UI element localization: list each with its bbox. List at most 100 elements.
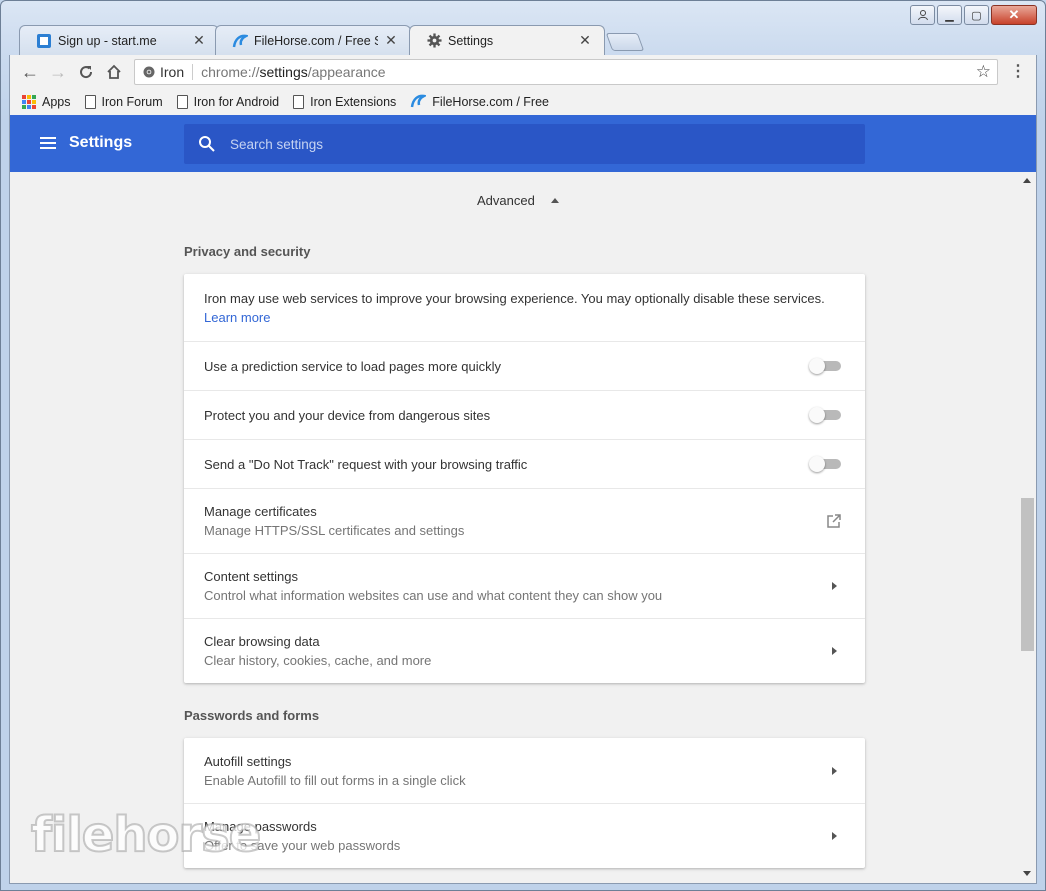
page-icon: [293, 95, 305, 109]
bookmark-label: Iron Extensions: [310, 95, 397, 109]
tab-title: Sign up - start.me: [58, 33, 157, 48]
safe-browsing-toggle[interactable]: [809, 407, 843, 423]
row-title: Autofill settings: [204, 753, 292, 769]
chevron-right-icon: [832, 582, 837, 590]
forward-button[interactable]: →: [44, 58, 72, 86]
tab-filehorse[interactable]: FileHorse.com / Free Soft ✕: [215, 25, 411, 55]
gear-icon: [426, 33, 442, 49]
reload-button[interactable]: [72, 58, 100, 86]
row-title: Manage passwords: [204, 819, 317, 834]
site-info-chip[interactable]: Iron: [135, 64, 194, 80]
hamburger-menu-icon[interactable]: [40, 137, 56, 149]
clear-browsing-data-row[interactable]: Clear browsing data Clear history, cooki…: [184, 618, 865, 683]
url-path: /appearance: [307, 64, 386, 80]
learn-more-link[interactable]: Learn more: [204, 310, 865, 325]
manage-passwords-row[interactable]: Manage passwords Offer to save your web …: [184, 803, 865, 868]
privacy-intro-text: Iron may use web services to improve you…: [204, 290, 825, 306]
autofill-settings-row[interactable]: Autofill settings Enable Autofill to fil…: [184, 738, 865, 803]
row-subtitle: Manage HTTPS/SSL certificates and settin…: [204, 523, 465, 538]
search-icon: [199, 136, 215, 152]
advanced-toggle[interactable]: Advanced: [477, 193, 559, 208]
search-input[interactable]: [230, 136, 730, 152]
close-tab-icon[interactable]: ✕: [192, 32, 206, 49]
row-label: Protect you and your device from dangero…: [204, 407, 491, 423]
home-icon: [107, 64, 121, 79]
bookmark-iron-extensions[interactable]: Iron Extensions: [293, 95, 396, 109]
bookmark-apps[interactable]: Apps: [22, 95, 71, 109]
page-title: Settings: [69, 134, 133, 151]
new-tab-button[interactable]: [605, 33, 645, 51]
caret-up-icon: [550, 198, 559, 203]
home-button[interactable]: [100, 58, 128, 86]
open-external-icon[interactable]: [825, 512, 843, 530]
maximize-button[interactable]: ▢: [964, 5, 989, 25]
bookmark-iron-forum[interactable]: Iron Forum: [84, 95, 163, 109]
search-bar[interactable]: [184, 124, 865, 164]
filehorse-favicon: [410, 93, 429, 112]
bookmark-label: Iron Forum: [101, 95, 163, 109]
row-label: Use a prediction service to load pages m…: [204, 358, 501, 374]
scrollbar-thumb[interactable]: [1021, 498, 1034, 651]
tab-startme[interactable]: Sign up - start.me ✕: [19, 25, 219, 55]
passwords-card: Autofill settings Enable Autofill to fil…: [184, 738, 865, 868]
browser-toolbar: ← → Iron chrome://settings/appearance ☆ …: [9, 55, 1037, 89]
tab-title: FileHorse.com / Free Soft: [254, 33, 378, 48]
menu-dots-icon[interactable]: ⋮: [1010, 61, 1026, 81]
url-scheme: chrome://: [201, 64, 260, 80]
close-tab-icon[interactable]: ✕: [578, 32, 592, 49]
chevron-right-icon: [832, 766, 837, 775]
row-subtitle: Control what information websites can us…: [204, 588, 663, 603]
row-subtitle: Offer to save your web passwords: [204, 838, 401, 853]
manage-certificates-row[interactable]: Manage certificates Manage HTTPS/SSL cer…: [184, 488, 865, 553]
bookmark-label: FileHorse.com / Free: [432, 95, 549, 109]
prediction-service-toggle[interactable]: [809, 358, 843, 374]
do-not-track-row[interactable]: Send a "Do Not Track" request with your …: [184, 439, 865, 488]
safe-browsing-row[interactable]: Protect you and your device from dangero…: [184, 390, 865, 439]
back-button[interactable]: ←: [16, 58, 44, 86]
do-not-track-toggle[interactable]: [809, 456, 843, 472]
chevron-right-icon: [832, 832, 837, 840]
url-host: settings: [259, 64, 308, 80]
bookmark-filehorse[interactable]: FileHorse.com / Free: [410, 93, 549, 112]
settings-page: Settings Advanced Privacy and security I…: [9, 115, 1037, 884]
window-controls: ▁ ▢ ✕: [910, 5, 1037, 25]
section-title-privacy: Privacy and security: [184, 244, 311, 259]
content-settings-row[interactable]: Content settings Control what informatio…: [184, 553, 865, 618]
row-title: Content settings: [204, 569, 298, 584]
chevron-right-icon: [832, 647, 837, 655]
section-title-passwords: Passwords and forms: [184, 708, 320, 723]
advanced-label: Advanced: [477, 193, 535, 208]
bookmarks-bar: Apps Iron Forum Iron for Android Iron Ex…: [9, 89, 1037, 115]
minimize-button[interactable]: ▁: [937, 5, 962, 25]
privacy-intro-row: Iron may use web services to improve you…: [184, 274, 865, 341]
close-tab-icon[interactable]: ✕: [384, 32, 398, 49]
page-icon: [84, 95, 96, 109]
filehorse-favicon: [232, 33, 248, 49]
address-bar[interactable]: Iron chrome://settings/appearance ☆: [134, 59, 998, 85]
bookmark-label: Apps: [42, 95, 71, 109]
apps-grid-icon: [22, 95, 36, 109]
scroll-up-arrow-icon[interactable]: [1023, 178, 1031, 183]
reload-icon: [80, 66, 93, 79]
row-title: Clear browsing data: [204, 634, 320, 649]
privacy-card: Iron may use web services to improve you…: [184, 274, 865, 683]
row-label: Send a "Do Not Track" request with your …: [204, 456, 528, 472]
bookmark-iron-android[interactable]: Iron for Android: [176, 95, 280, 109]
tab-title: Settings: [448, 33, 494, 48]
scroll-down-arrow-icon[interactable]: [1023, 871, 1031, 876]
browser-window: ▁ ▢ ✕ Sign up - start.me ✕ FileHorse.com…: [0, 0, 1046, 891]
startme-favicon: [36, 33, 52, 49]
bookmark-label: Iron for Android: [193, 95, 280, 109]
row-title: Manage certificates: [204, 504, 317, 519]
chip-label: Iron: [160, 64, 185, 80]
prediction-service-row[interactable]: Use a prediction service to load pages m…: [184, 341, 865, 390]
settings-header: Settings: [10, 115, 1036, 172]
close-window-button[interactable]: ✕: [991, 5, 1037, 25]
tab-strip: Sign up - start.me ✕ FileHorse.com / Fre…: [19, 25, 719, 55]
scrollbar[interactable]: [1019, 172, 1036, 883]
row-subtitle: Enable Autofill to fill out forms in a s…: [204, 772, 466, 788]
chrome-icon: [143, 66, 155, 78]
user-profile-button[interactable]: [910, 5, 935, 25]
bookmark-star-icon[interactable]: ☆: [976, 62, 991, 82]
tab-settings[interactable]: Settings ✕: [409, 25, 605, 55]
